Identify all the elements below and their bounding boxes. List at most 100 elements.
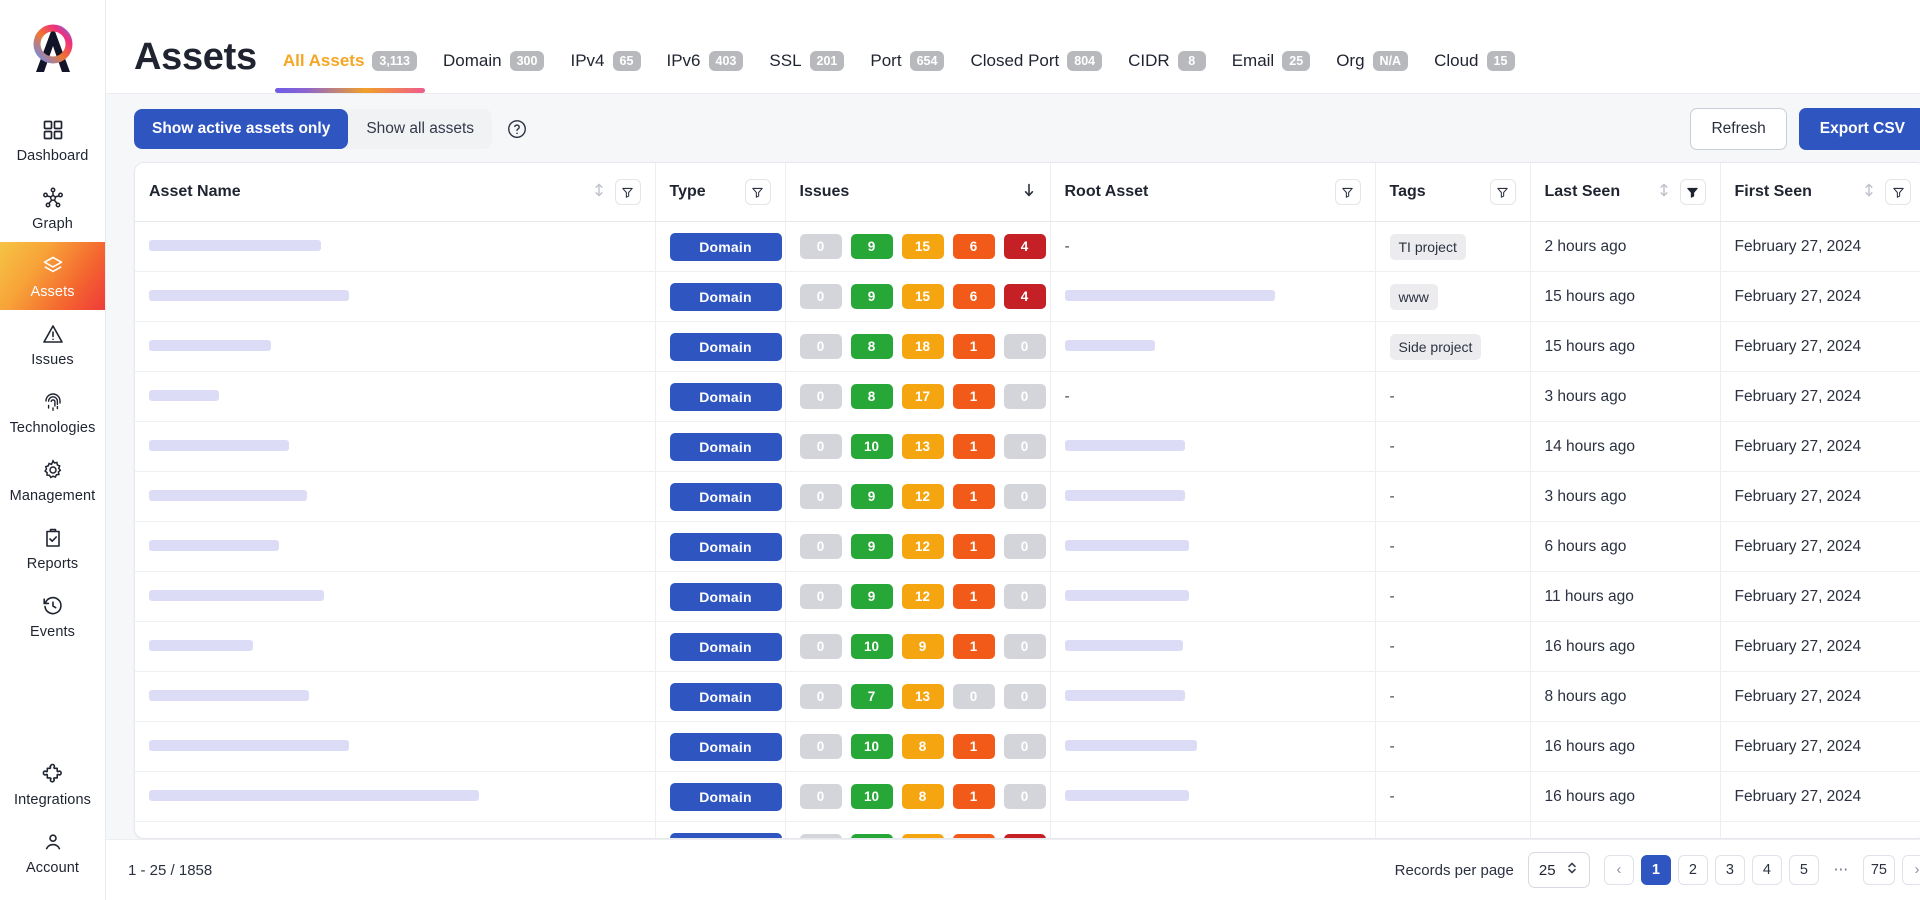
issue-severity-badge[interactable]: 12 (902, 534, 944, 559)
root-asset-link[interactable] (1065, 790, 1189, 801)
sort-toggle-icon[interactable] (1658, 182, 1670, 203)
issue-severity-badge[interactable]: 4 (1004, 284, 1046, 309)
pagination-page-button[interactable]: 75 (1863, 855, 1895, 885)
asset-name-link[interactable] (149, 590, 324, 601)
issue-severity-badge[interactable]: 0 (800, 734, 842, 759)
sort-desc-icon[interactable] (1022, 182, 1036, 203)
issue-severity-badge[interactable]: 0 (953, 684, 995, 709)
issue-severity-badge[interactable]: 0 (1004, 334, 1046, 359)
table-row[interactable]: Domain091210-3 hours agoFebruary 27, 202… (135, 472, 1920, 522)
issue-severity-badge[interactable]: 12 (902, 484, 944, 509)
records-per-page-select[interactable]: 25 (1528, 852, 1590, 888)
issue-severity-badge[interactable]: 9 (851, 584, 893, 609)
tab-domain[interactable]: Domain300 (443, 51, 544, 94)
question-circle-icon[interactable] (506, 118, 528, 140)
sidebar-item-dashboard[interactable]: Dashboard (0, 106, 105, 174)
sidebar-item-integrations[interactable]: Integrations (0, 750, 105, 818)
asset-name-link[interactable] (149, 440, 289, 451)
column-header-issues[interactable]: Issues (785, 163, 1050, 222)
export-csv-button[interactable]: Export CSV (1799, 108, 1920, 150)
filter-icon-active[interactable] (1680, 179, 1706, 205)
issue-severity-badge[interactable]: 0 (1004, 634, 1046, 659)
tab-port[interactable]: Port654 (870, 51, 944, 94)
sort-toggle-icon[interactable] (1863, 182, 1875, 203)
issue-severity-badge[interactable]: 15 (902, 234, 944, 259)
cell-asset-name[interactable] (135, 822, 655, 840)
tab-ipv6[interactable]: IPv6403 (667, 51, 744, 94)
issue-severity-badge[interactable]: 8 (851, 384, 893, 409)
issue-severity-badge[interactable]: 1 (953, 584, 995, 609)
cell-asset-name[interactable] (135, 572, 655, 622)
column-header-asset-name[interactable]: Asset Name (135, 163, 655, 222)
table-row[interactable]: Domain010810-16 hours agoFebruary 27, 20… (135, 772, 1920, 822)
issue-severity-badge[interactable]: 0 (1004, 484, 1046, 509)
sidebar-item-events[interactable]: Events (0, 582, 105, 650)
filter-icon[interactable] (745, 179, 771, 205)
tab-cloud[interactable]: Cloud15 (1434, 51, 1514, 94)
cell-asset-name[interactable] (135, 722, 655, 772)
root-asset-link[interactable] (1065, 640, 1183, 651)
tab-all-assets[interactable]: All Assets3,113 (283, 51, 417, 94)
issue-severity-badge[interactable]: 0 (800, 784, 842, 809)
filter-icon[interactable] (1490, 179, 1516, 205)
sidebar-item-management[interactable]: Management (0, 446, 105, 514)
issue-severity-badge[interactable]: 0 (1004, 384, 1046, 409)
issue-severity-badge[interactable]: 8 (902, 734, 944, 759)
table-row[interactable]: Domain010910-16 hours agoFebruary 27, 20… (135, 622, 1920, 672)
issue-severity-badge[interactable]: 1 (953, 534, 995, 559)
pagination-page-button[interactable]: 4 (1752, 855, 1782, 885)
cell-asset-name[interactable] (135, 372, 655, 422)
issue-severity-badge[interactable]: 1 (953, 484, 995, 509)
asset-name-link[interactable] (149, 740, 349, 751)
issue-severity-badge[interactable]: 0 (800, 484, 842, 509)
asset-name-link[interactable] (149, 490, 307, 501)
sidebar-item-reports[interactable]: Reports (0, 514, 105, 582)
asset-name-link[interactable] (149, 690, 309, 701)
issue-severity-badge[interactable]: 6 (953, 234, 995, 259)
table-row[interactable]: Domain071300-8 hours agoFebruary 27, 202… (135, 672, 1920, 722)
table-row[interactable]: Domain010810-16 hours agoFebruary 27, 20… (135, 722, 1920, 772)
issue-severity-badge[interactable]: 0 (800, 634, 842, 659)
issue-severity-badge[interactable]: 1 (953, 634, 995, 659)
sidebar-item-assets[interactable]: Assets (0, 242, 105, 310)
issue-severity-badge[interactable]: 1 (953, 784, 995, 809)
issue-severity-badge[interactable]: 9 (851, 284, 893, 309)
issue-severity-badge[interactable]: 13 (902, 434, 944, 459)
issue-severity-badge[interactable]: 9 (851, 484, 893, 509)
root-asset-link[interactable] (1065, 590, 1189, 601)
pagination-page-button[interactable]: 3 (1715, 855, 1745, 885)
root-asset-link[interactable] (1065, 290, 1275, 301)
filter-icon[interactable] (615, 179, 641, 205)
issue-severity-badge[interactable]: 18 (902, 334, 944, 359)
pagination-page-button[interactable]: 5 (1789, 855, 1819, 885)
column-header-type[interactable]: Type (655, 163, 785, 222)
asset-name-link[interactable] (149, 340, 271, 351)
issue-severity-badge[interactable]: 0 (800, 334, 842, 359)
tab-org[interactable]: OrgN/A (1336, 51, 1408, 94)
issue-severity-badge[interactable]: 9 (902, 634, 944, 659)
cell-asset-name[interactable] (135, 772, 655, 822)
tab-closed-port[interactable]: Closed Port804 (970, 51, 1102, 94)
table-row[interactable]: Domain0101310-14 hours agoFebruary 27, 2… (135, 422, 1920, 472)
issue-severity-badge[interactable]: 4 (1004, 234, 1046, 259)
cell-asset-name[interactable] (135, 322, 655, 372)
issue-severity-badge[interactable]: 6 (953, 284, 995, 309)
asset-name-link[interactable] (149, 240, 321, 251)
issue-severity-badge[interactable]: 1 (953, 734, 995, 759)
pagination-prev-button[interactable]: ‹ (1604, 855, 1634, 885)
issue-severity-badge[interactable]: 0 (1004, 584, 1046, 609)
show-active-assets-button[interactable]: Show active assets only (134, 109, 348, 149)
table-row[interactable]: Domain091210-11 hours agoFebruary 27, 20… (135, 572, 1920, 622)
issue-severity-badge[interactable]: 0 (1004, 534, 1046, 559)
cell-asset-name[interactable] (135, 672, 655, 722)
issue-severity-badge[interactable]: 13 (902, 684, 944, 709)
cell-asset-name[interactable] (135, 522, 655, 572)
root-asset-link[interactable] (1065, 690, 1185, 701)
issue-severity-badge[interactable]: 10 (851, 634, 893, 659)
show-all-assets-button[interactable]: Show all assets (348, 109, 492, 149)
cell-asset-name[interactable] (135, 622, 655, 672)
tag-badge[interactable]: TI project (1390, 234, 1466, 260)
table-row[interactable]: Domain081810Side project15 hours agoFebr… (135, 322, 1920, 372)
issue-severity-badge[interactable]: 0 (800, 234, 842, 259)
issue-severity-badge[interactable]: 8 (902, 784, 944, 809)
